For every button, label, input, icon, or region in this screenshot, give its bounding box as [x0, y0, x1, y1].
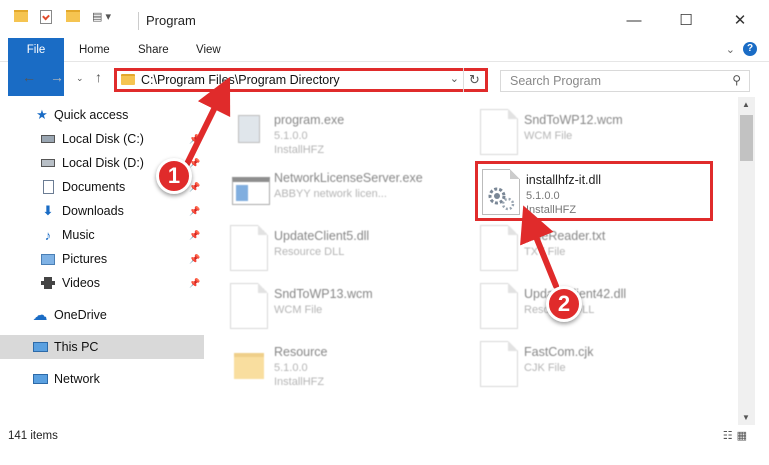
step-badge-1: 1 [156, 158, 192, 194]
arrow-to-address-bar [181, 76, 231, 173]
step-badge-2: 2 [546, 286, 582, 322]
annotation-arrows [181, 76, 559, 289]
arrow-to-selected-file [520, 205, 559, 289]
